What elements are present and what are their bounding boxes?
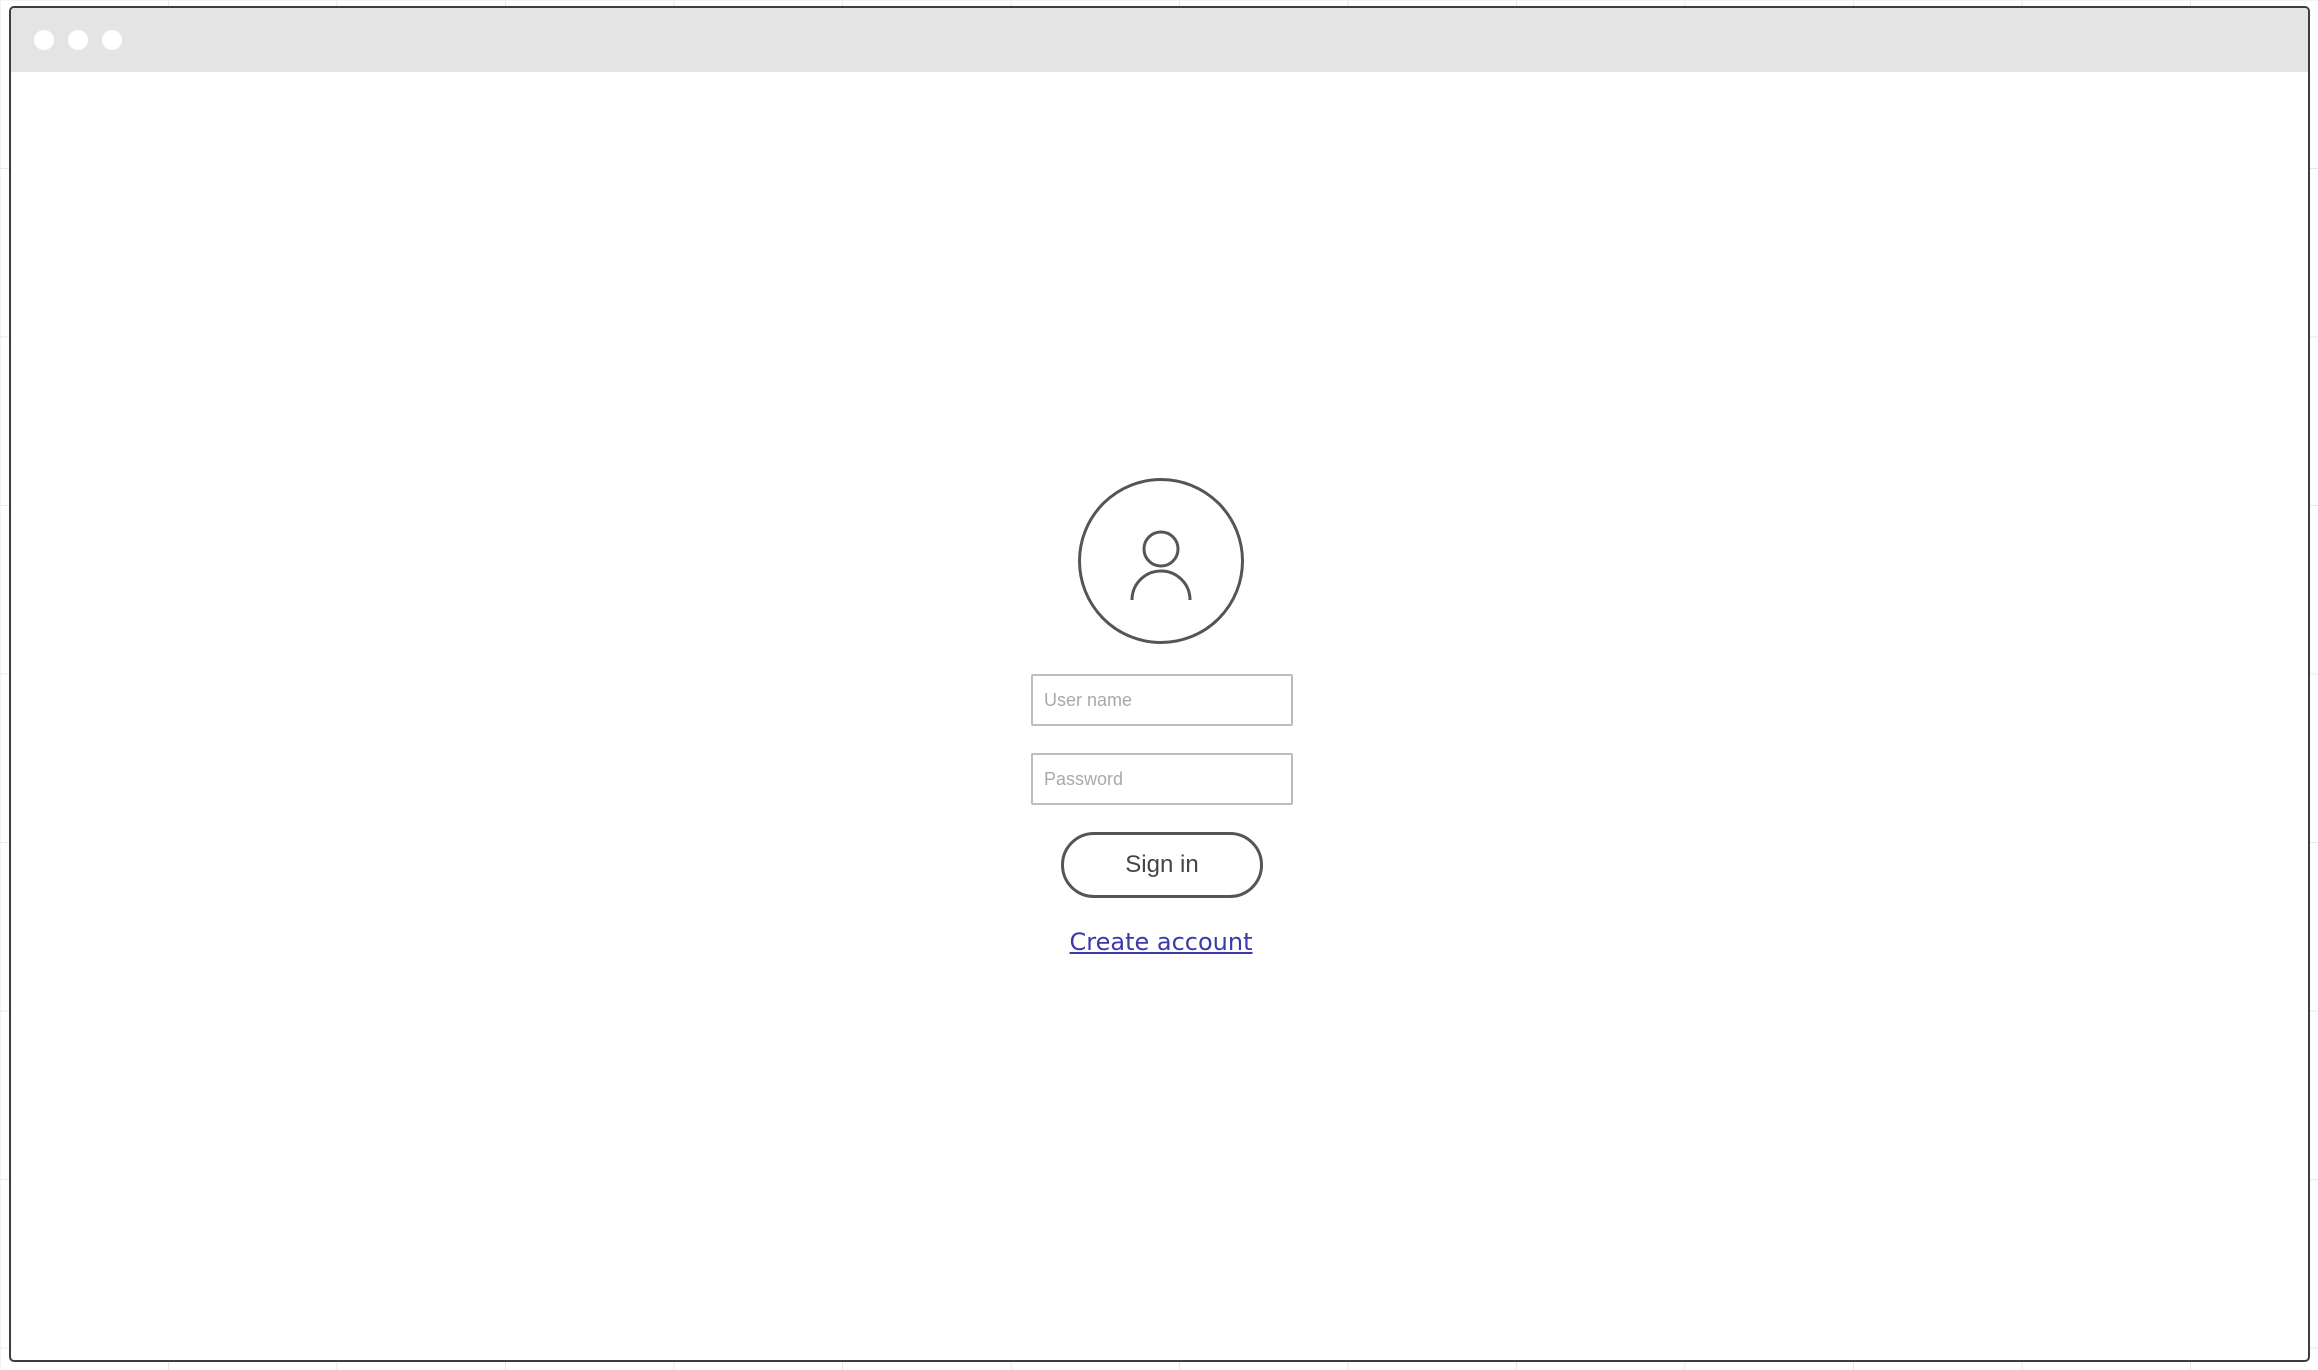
avatar [1078, 478, 1244, 644]
login-form: Sign in Create account [11, 8, 2308, 1360]
browser-window: Sign in Create account [9, 6, 2310, 1362]
sign-in-button[interactable]: Sign in [1061, 832, 1263, 898]
username-input[interactable] [1031, 674, 1293, 726]
create-account-link[interactable]: Create account [1011, 928, 1311, 956]
password-input[interactable] [1031, 753, 1293, 805]
user-icon [1130, 530, 1192, 601]
